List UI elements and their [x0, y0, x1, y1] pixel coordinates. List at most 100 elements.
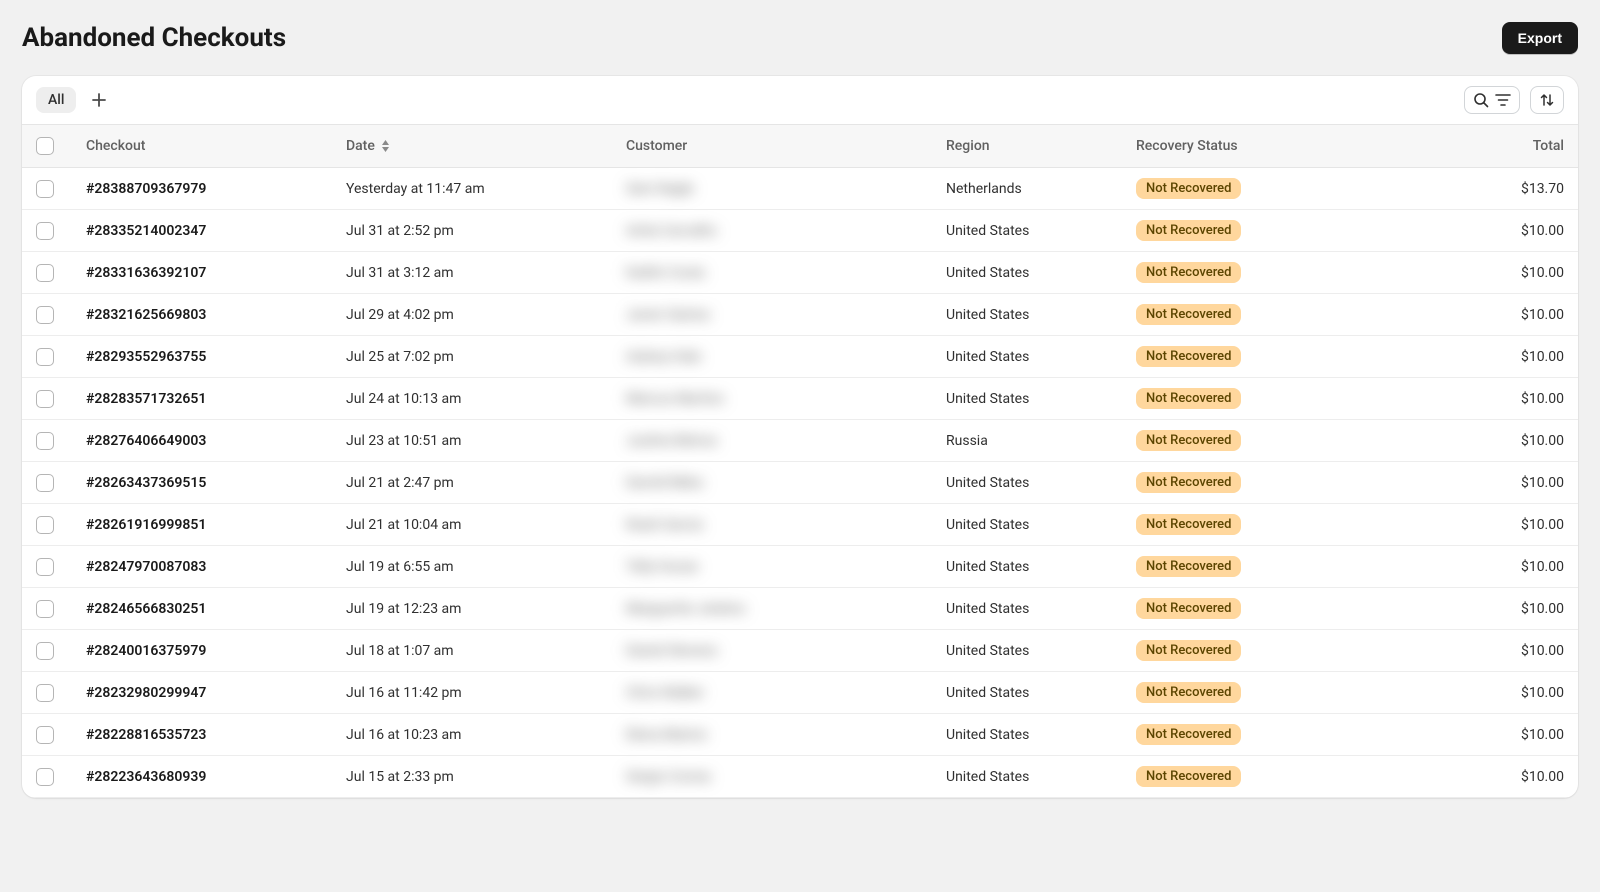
tabs-right [1464, 86, 1564, 114]
customer-name: Daniel Stevens [626, 643, 718, 659]
table-row[interactable]: #28261916999851Jul 21 at 10:04 amNoah Ga… [22, 504, 1578, 546]
row-checkbox[interactable] [36, 600, 54, 618]
customer-cell[interactable]: Chris Walker [612, 672, 932, 713]
status-badge: Not Recovered [1136, 304, 1241, 325]
row-checkbox[interactable] [36, 474, 54, 492]
header-customer[interactable]: Customer [612, 137, 932, 155]
table-row[interactable]: #28232980299947 Jul 16 at 11:42 pmChris W… [22, 672, 1578, 714]
customer-cell[interactable]: Noah Garcia [612, 504, 932, 545]
plus-icon [92, 93, 106, 107]
customer-cell[interactable]: Kaitlin Costa [612, 252, 932, 293]
row-checkbox-cell [22, 756, 72, 797]
tab-all[interactable]: All [36, 87, 76, 113]
row-checkbox[interactable] [36, 264, 54, 282]
checkout-id-cell[interactable]: #28228816535723 [72, 714, 332, 755]
row-checkbox[interactable] [36, 642, 54, 660]
date-cell: Jul 18 at 1:07 am [332, 630, 612, 671]
table-row[interactable]: #28240016375979Jul 18 at 1:07 am Daniel S… [22, 630, 1578, 672]
row-checkbox[interactable] [36, 432, 54, 450]
checkout-id-cell[interactable]: #28321625669803 [72, 294, 332, 335]
customer-cell[interactable]: Elena Marino [612, 714, 932, 755]
date-cell: Jul 16 at 10:23 am [332, 714, 612, 755]
row-checkbox-cell [22, 630, 72, 671]
row-checkbox[interactable] [36, 306, 54, 324]
date-cell: Jul 15 at 2:33 pm [332, 756, 612, 797]
header-date[interactable]: Date [332, 137, 612, 155]
row-checkbox[interactable] [36, 684, 54, 702]
region-cell: United States [932, 546, 1122, 587]
region-cell: United States [932, 672, 1122, 713]
status-badge: Not Recovered [1136, 640, 1241, 661]
customer-cell[interactable]: Aubrey Hale [612, 336, 932, 377]
total-cell: $10.00 [1322, 546, 1578, 587]
status-cell: Not Recovered [1122, 756, 1322, 797]
customer-cell[interactable]: Darrell Miles [612, 462, 932, 503]
checkout-id-cell[interactable]: #28331636392107 [72, 252, 332, 293]
table-row[interactable]: #28263437369515Jul 21 at 2:47 pmDarrell … [22, 462, 1578, 504]
customer-cell[interactable]: Javier Santos [612, 294, 932, 335]
select-all-checkbox[interactable] [36, 137, 54, 155]
table-row[interactable]: #28246566830251Jul 19 at 12:23 amMarguer… [22, 588, 1578, 630]
checkout-id-cell[interactable]: #28240016375979 [72, 630, 332, 671]
checkout-id-cell[interactable]: #28276406649003 [72, 420, 332, 461]
checkout-id-cell[interactable]: #28283571732651 [72, 378, 332, 419]
date-cell: Jul 21 at 10:04 am [332, 504, 612, 545]
table-row[interactable]: #28283571732651Jul 24 at 10:13 amMarcus … [22, 378, 1578, 420]
region-cell: United States [932, 294, 1122, 335]
header-region[interactable]: Region [932, 137, 1122, 155]
row-checkbox[interactable] [36, 348, 54, 366]
checkout-id-cell[interactable]: #28246566830251 [72, 588, 332, 629]
customer-cell[interactable]: Daniel Stevens [612, 630, 932, 671]
row-checkbox[interactable] [36, 516, 54, 534]
table-row[interactable]: #28247970087083Jul 19 at 6:55 amTelly Ho… [22, 546, 1578, 588]
customer-name: Justine Belova [626, 433, 717, 449]
table-row[interactable]: #28223643680939 Jul 15 at 2:33 pmSergio C… [22, 756, 1578, 798]
row-checkbox[interactable] [36, 558, 54, 576]
status-cell: Not Recovered [1122, 336, 1322, 377]
search-filter-button[interactable] [1464, 86, 1520, 114]
row-checkbox-cell [22, 210, 72, 251]
checkout-id-cell[interactable]: #28388709367979 [72, 168, 332, 209]
checkout-id: #28293552963755 [86, 349, 206, 365]
checkout-id-cell[interactable]: #28263437369515 [72, 462, 332, 503]
table-row[interactable]: #28335214002347Jul 31 at 2:52 pmAnita Ca… [22, 210, 1578, 252]
customer-cell[interactable]: Marguerite Jenkins [612, 588, 932, 629]
checkout-id-cell[interactable]: #28232980299947 [72, 672, 332, 713]
sort-button[interactable] [1530, 86, 1564, 114]
checkout-id-cell[interactable]: #28247970087083 [72, 546, 332, 587]
export-button[interactable]: Export [1502, 22, 1578, 54]
table-row[interactable]: #28293552963755Jul 25 at 7:02 pmAubrey H… [22, 336, 1578, 378]
checkout-id-cell[interactable]: #28335214002347 [72, 210, 332, 251]
table-row[interactable]: #28321625669803Jul 29 at 4:02 pmJavier S… [22, 294, 1578, 336]
header-recovery-status[interactable]: Recovery Status [1122, 137, 1322, 155]
total-cell: $10.00 [1322, 294, 1578, 335]
table-row[interactable]: #28331636392107Jul 31 at 3:12 amKaitlin … [22, 252, 1578, 294]
row-checkbox[interactable] [36, 726, 54, 744]
customer-cell[interactable]: Marcus Martins [612, 378, 932, 419]
row-checkbox-cell [22, 546, 72, 587]
date-cell: Jul 21 at 2:47 pm [332, 462, 612, 503]
row-checkbox[interactable] [36, 222, 54, 240]
customer-cell[interactable]: Justine Belova [612, 420, 932, 461]
add-view-button[interactable] [92, 93, 106, 107]
customer-cell[interactable]: Telly House [612, 546, 932, 587]
customer-cell[interactable]: Anita Carvalho [612, 210, 932, 251]
customer-cell[interactable]: Sam Nagle [612, 168, 932, 209]
table-row[interactable]: #28276406649003Jul 23 at 10:51 amJustine… [22, 420, 1578, 462]
row-checkbox[interactable] [36, 768, 54, 786]
row-checkbox[interactable] [36, 180, 54, 198]
date-cell: Jul 16 at 11:42 pm [332, 672, 612, 713]
tabs-row: All [22, 76, 1578, 125]
checkout-id: #28331636392107 [86, 265, 206, 281]
header-checkout[interactable]: Checkout [72, 137, 332, 155]
checkout-id-cell[interactable]: #28223643680939 [72, 756, 332, 797]
checkout-id: #28232980299947 [86, 685, 206, 701]
customer-cell[interactable]: Sergio Correa [612, 756, 932, 797]
checkout-id-cell[interactable]: #28293552963755 [72, 336, 332, 377]
checkout-id-cell[interactable]: #28261916999851 [72, 504, 332, 545]
header-total[interactable]: Total [1322, 137, 1578, 155]
table-row[interactable]: #28388709367979Yesterday at 11:47 amSam … [22, 168, 1578, 210]
row-checkbox[interactable] [36, 390, 54, 408]
checkout-id: #28223643680939 [86, 769, 206, 785]
table-row[interactable]: #28228816535723Jul 16 at 10:23 amElena M… [22, 714, 1578, 756]
